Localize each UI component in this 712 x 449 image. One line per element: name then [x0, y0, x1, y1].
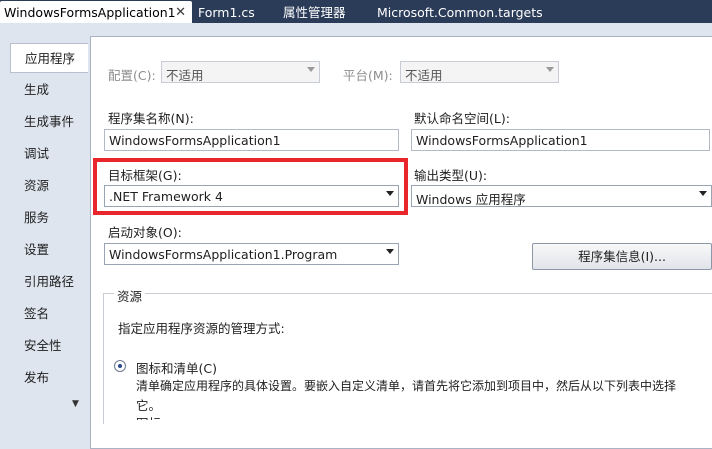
assembly-name-input[interactable]: WindowsFormsApplication1 [104, 129, 399, 151]
icon-label-partial: 图标 [136, 413, 161, 420]
default-namespace-label: 默认命名空间(L): [414, 111, 510, 126]
platform-select: 不适用 [400, 61, 559, 83]
tab-form1-cs[interactable]: Form1.cs [198, 2, 255, 23]
nav-item-application[interactable]: 应用程序 [10, 43, 88, 73]
icon-manifest-description-line2: 它。 [136, 398, 162, 413]
platform-label: 平台(M): [343, 68, 393, 83]
radio-selected-dot [118, 364, 122, 368]
configuration-label: 配置(C): [108, 68, 156, 83]
chevron-down-icon [307, 67, 315, 72]
configuration-select: 不适用 [161, 61, 320, 83]
chevron-down-icon [546, 67, 554, 72]
designer-nav: 应用程序 生成 生成事件 调试 资源 服务 设置 引用路径 签名 安全性 发布 … [0, 23, 90, 449]
nav-item-services[interactable]: 服务 [10, 203, 88, 233]
nav-item-settings[interactable]: 设置 [10, 235, 88, 265]
platform-value: 不适用 [405, 68, 443, 83]
nav-item-security[interactable]: 安全性 [10, 331, 88, 361]
nav-item-build[interactable]: 生成 [10, 75, 88, 105]
nav-item-build-events[interactable]: 生成事件 [10, 107, 88, 137]
default-namespace-input[interactable]: WindowsFormsApplication1 [411, 129, 710, 151]
startup-object-label: 启动对象(O): [108, 225, 182, 240]
scroll-down-icon[interactable]: ▼ [72, 399, 79, 409]
tab-microsoft-common-targets[interactable]: Microsoft.Common.targets [377, 2, 543, 23]
output-type-value: Windows 应用程序 [416, 192, 526, 207]
chevron-down-icon [699, 191, 707, 196]
assembly-info-button[interactable]: 程序集信息(I)... [532, 243, 712, 270]
document-tab-strip: WindowsFormsApplication1 ✕ Form1.cs 属性管理… [0, 0, 712, 23]
close-icon[interactable]: ✕ [175, 2, 186, 23]
icon-label-clip: 图标 [136, 413, 196, 420]
resources-description: 指定应用程序资源的管理方式: [118, 321, 285, 336]
icon-manifest-description-line1: 清单确定应用程序的具体设置。要嵌入自定义清单，请首先将它添加到项目中，然后从以下… [136, 379, 677, 393]
tab-label: WindowsFormsApplication1 [4, 5, 176, 20]
chevron-down-icon [386, 249, 394, 254]
icon-manifest-radio[interactable] [114, 360, 126, 372]
target-framework-highlight [93, 158, 408, 215]
startup-object-value: WindowsFormsApplication1.Program [109, 247, 338, 262]
configuration-value: 不适用 [166, 68, 204, 83]
resources-group-title: 资源 [114, 286, 146, 305]
output-type-select[interactable]: Windows 应用程序 [411, 185, 712, 207]
assembly-name-label: 程序集名称(N): [108, 111, 194, 126]
nav-item-publish[interactable]: 发布 [10, 363, 88, 393]
startup-object-select[interactable]: WindowsFormsApplication1.Program [104, 243, 399, 265]
nav-item-signing[interactable]: 签名 [10, 299, 88, 329]
tab-project-properties[interactable]: WindowsFormsApplication1 ✕ [0, 1, 192, 23]
output-type-label: 输出类型(U): [414, 168, 488, 183]
default-namespace-value: WindowsFormsApplication1 [416, 133, 588, 148]
icon-manifest-option-label[interactable]: 图标和清单(C) [136, 358, 217, 377]
nav-item-debug[interactable]: 调试 [10, 139, 88, 169]
tab-property-manager[interactable]: 属性管理器 [283, 2, 346, 23]
nav-item-reference-paths[interactable]: 引用路径 [10, 267, 88, 297]
assembly-name-value: WindowsFormsApplication1 [109, 133, 281, 148]
nav-item-resources[interactable]: 资源 [10, 171, 88, 201]
